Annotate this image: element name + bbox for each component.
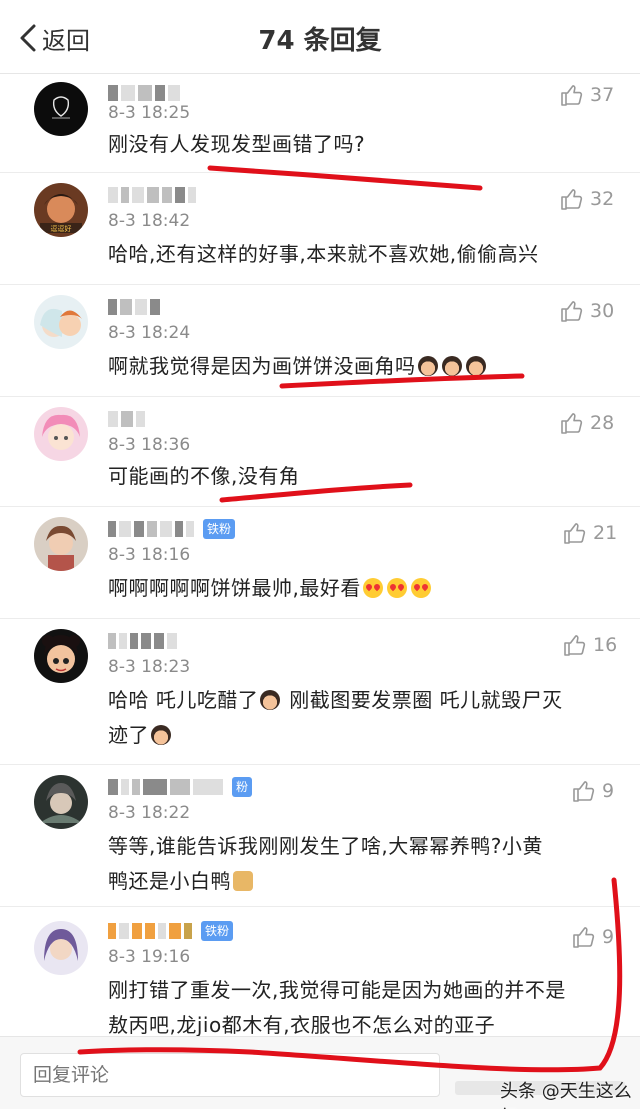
thumbs-up-icon	[561, 413, 583, 434]
reply-text: 啊啊啊啊啊饼饼最帅,最好看	[108, 571, 613, 606]
username-blurred	[108, 185, 196, 205]
like-button[interactable]: 9	[572, 779, 614, 803]
avatar[interactable]	[34, 295, 88, 349]
like-button[interactable]: 32	[560, 187, 614, 211]
like-count: 21	[593, 522, 618, 544]
like-count: 9	[602, 780, 615, 802]
reply-text-content: 迹了	[108, 723, 149, 747]
like-button[interactable]: 16	[563, 633, 617, 657]
avatar[interactable]	[34, 517, 88, 571]
reply-text-content: 啊啊啊啊啊饼饼最帅,最好看	[108, 576, 361, 600]
reply-item: 8-3 18:24 啊就我觉得是因为画饼饼没画角吗 30	[0, 285, 640, 397]
username-blurred: 铁粉	[108, 519, 236, 539]
like-button[interactable]: 21	[563, 521, 617, 545]
reply-text: 刚打错了重发一次,我觉得可能是因为她画的并不是 敖丙吧,龙jio都木有,衣服也不…	[108, 973, 613, 1043]
reply-text-content: 鸭还是小白鸭	[108, 869, 231, 893]
username-blurred	[108, 409, 145, 429]
reply-item: 铁粉 8-3 19:16 刚打错了重发一次,我觉得可能是因为她画的并不是 敖丙吧…	[0, 907, 640, 1037]
reply-item: 逗逗好 8-3 18:42 哈哈,还有这样的好事,本来就不喜欢她,偷偷高兴 32	[0, 173, 640, 285]
username-blurred	[108, 297, 160, 317]
reply-text-content: 啊就我觉得是因为画饼饼没画角吗	[108, 354, 416, 378]
reply-item: 铁粉 8-3 18:16 啊啊啊啊啊饼饼最帅,最好看 21	[0, 507, 640, 619]
fan-badge: 粉	[232, 777, 253, 797]
svg-text:逗逗好: 逗逗好	[51, 224, 72, 233]
reply-item: 粉 8-3 18:22 等等,谁能告诉我刚刚发生了啥,大幂幂养鸭?小黄 鸭还是小…	[0, 765, 640, 907]
reply-text-content: 刚打错了重发一次,我觉得可能是因为她画的并不是	[108, 978, 566, 1002]
reply-text-content: 敖丙吧,龙jio都木有,衣服也不怎么对的亚子	[108, 1013, 496, 1037]
thumbs-up-icon	[573, 781, 595, 802]
reply-text: 哈哈,还有这样的好事,本来就不喜欢她,偷偷高兴	[108, 242, 539, 266]
reply-time: 8-3 19:16	[108, 947, 191, 967]
like-button[interactable]: 9	[572, 925, 614, 949]
like-count: 16	[593, 634, 618, 656]
thumbs-up-icon	[561, 189, 583, 210]
reply-text: 啊就我觉得是因为画饼饼没画角吗	[108, 349, 613, 384]
fan-badge: 铁粉	[203, 519, 236, 539]
username-blurred: 粉	[108, 777, 253, 797]
boy-emoji-icon	[260, 690, 281, 710]
reply-time: 8-3 18:16	[108, 545, 191, 565]
username-blurred	[108, 631, 177, 651]
heart-eyes-emoji-icon	[362, 578, 383, 598]
reply-time: 8-3 18:25	[108, 103, 191, 123]
reply-time: 8-3 18:23	[108, 657, 191, 677]
avatar[interactable]	[34, 629, 88, 683]
thumbs-up-icon	[564, 635, 586, 656]
reply-time: 8-3 18:36	[108, 435, 191, 455]
like-count: 28	[590, 412, 615, 434]
like-count: 32	[590, 188, 615, 210]
like-count: 30	[590, 300, 615, 322]
reply-text-content: 刚截图要发票圈 吒儿就毁尸灭	[289, 688, 563, 712]
thumbs-up-icon	[561, 301, 583, 322]
fan-badge: 铁粉	[201, 921, 234, 941]
avatar[interactable]	[34, 407, 88, 461]
avatar[interactable]	[34, 775, 88, 829]
username-blurred: 铁粉	[108, 921, 234, 941]
reply-time: 8-3 18:22	[108, 803, 191, 823]
boy-emoji-icon	[151, 725, 171, 745]
reply-bar: 头条 @天生这么红	[0, 1036, 640, 1109]
thumbs-up-icon	[564, 523, 586, 544]
doge-emoji-icon	[233, 871, 253, 891]
like-count: 37	[590, 84, 615, 106]
thumbs-up-icon	[573, 927, 595, 948]
reply-text: 刚没有人发现发型画错了吗?	[108, 132, 366, 156]
reply-input[interactable]	[20, 1053, 440, 1097]
reply-time: 8-3 18:42	[108, 211, 191, 231]
boy-emoji-icon	[465, 356, 486, 376]
like-button[interactable]: 28	[560, 411, 614, 435]
reply-item: 8-3 18:25 刚没有人发现发型画错了吗? 37	[0, 75, 640, 173]
boy-emoji-icon	[417, 356, 438, 376]
like-button[interactable]: 37	[560, 83, 614, 107]
boy-emoji-icon	[441, 356, 462, 376]
avatar[interactable]: 逗逗好	[34, 183, 88, 237]
reply-text: 哈哈 吒儿吃醋了 刚截图要发票圈 吒儿就毁尸灭 迹了	[108, 683, 613, 753]
avatar[interactable]	[34, 921, 88, 975]
like-button[interactable]: 30	[560, 299, 614, 323]
reply-text-content: 哈哈 吒儿吃醋了	[108, 688, 259, 712]
heart-eyes-emoji-icon	[386, 578, 407, 598]
reply-text: 等等,谁能告诉我刚刚发生了啥,大幂幂养鸭?小黄 鸭还是小白鸭	[108, 829, 613, 899]
watermark: 头条 @天生这么红	[500, 1081, 632, 1109]
like-count: 9	[602, 926, 615, 948]
username-blurred	[108, 83, 180, 103]
heart-eyes-emoji-icon	[410, 578, 431, 598]
thumbs-up-icon	[561, 85, 583, 106]
reply-time: 8-3 18:24	[108, 323, 191, 343]
reply-item: 8-3 18:23 哈哈 吒儿吃醋了 刚截图要发票圈 吒儿就毁尸灭 迹了 16	[0, 619, 640, 765]
avatar[interactable]	[34, 82, 88, 136]
reply-text-content: 等等,谁能告诉我刚刚发生了啥,大幂幂养鸭?小黄	[108, 834, 543, 858]
top-bar: 返回 74 条回复	[0, 0, 640, 74]
reply-text: 可能画的不像,没有角	[108, 464, 300, 488]
reply-item: 8-3 18:36 可能画的不像,没有角 28	[0, 397, 640, 507]
page-title: 74 条回复	[258, 26, 382, 56]
